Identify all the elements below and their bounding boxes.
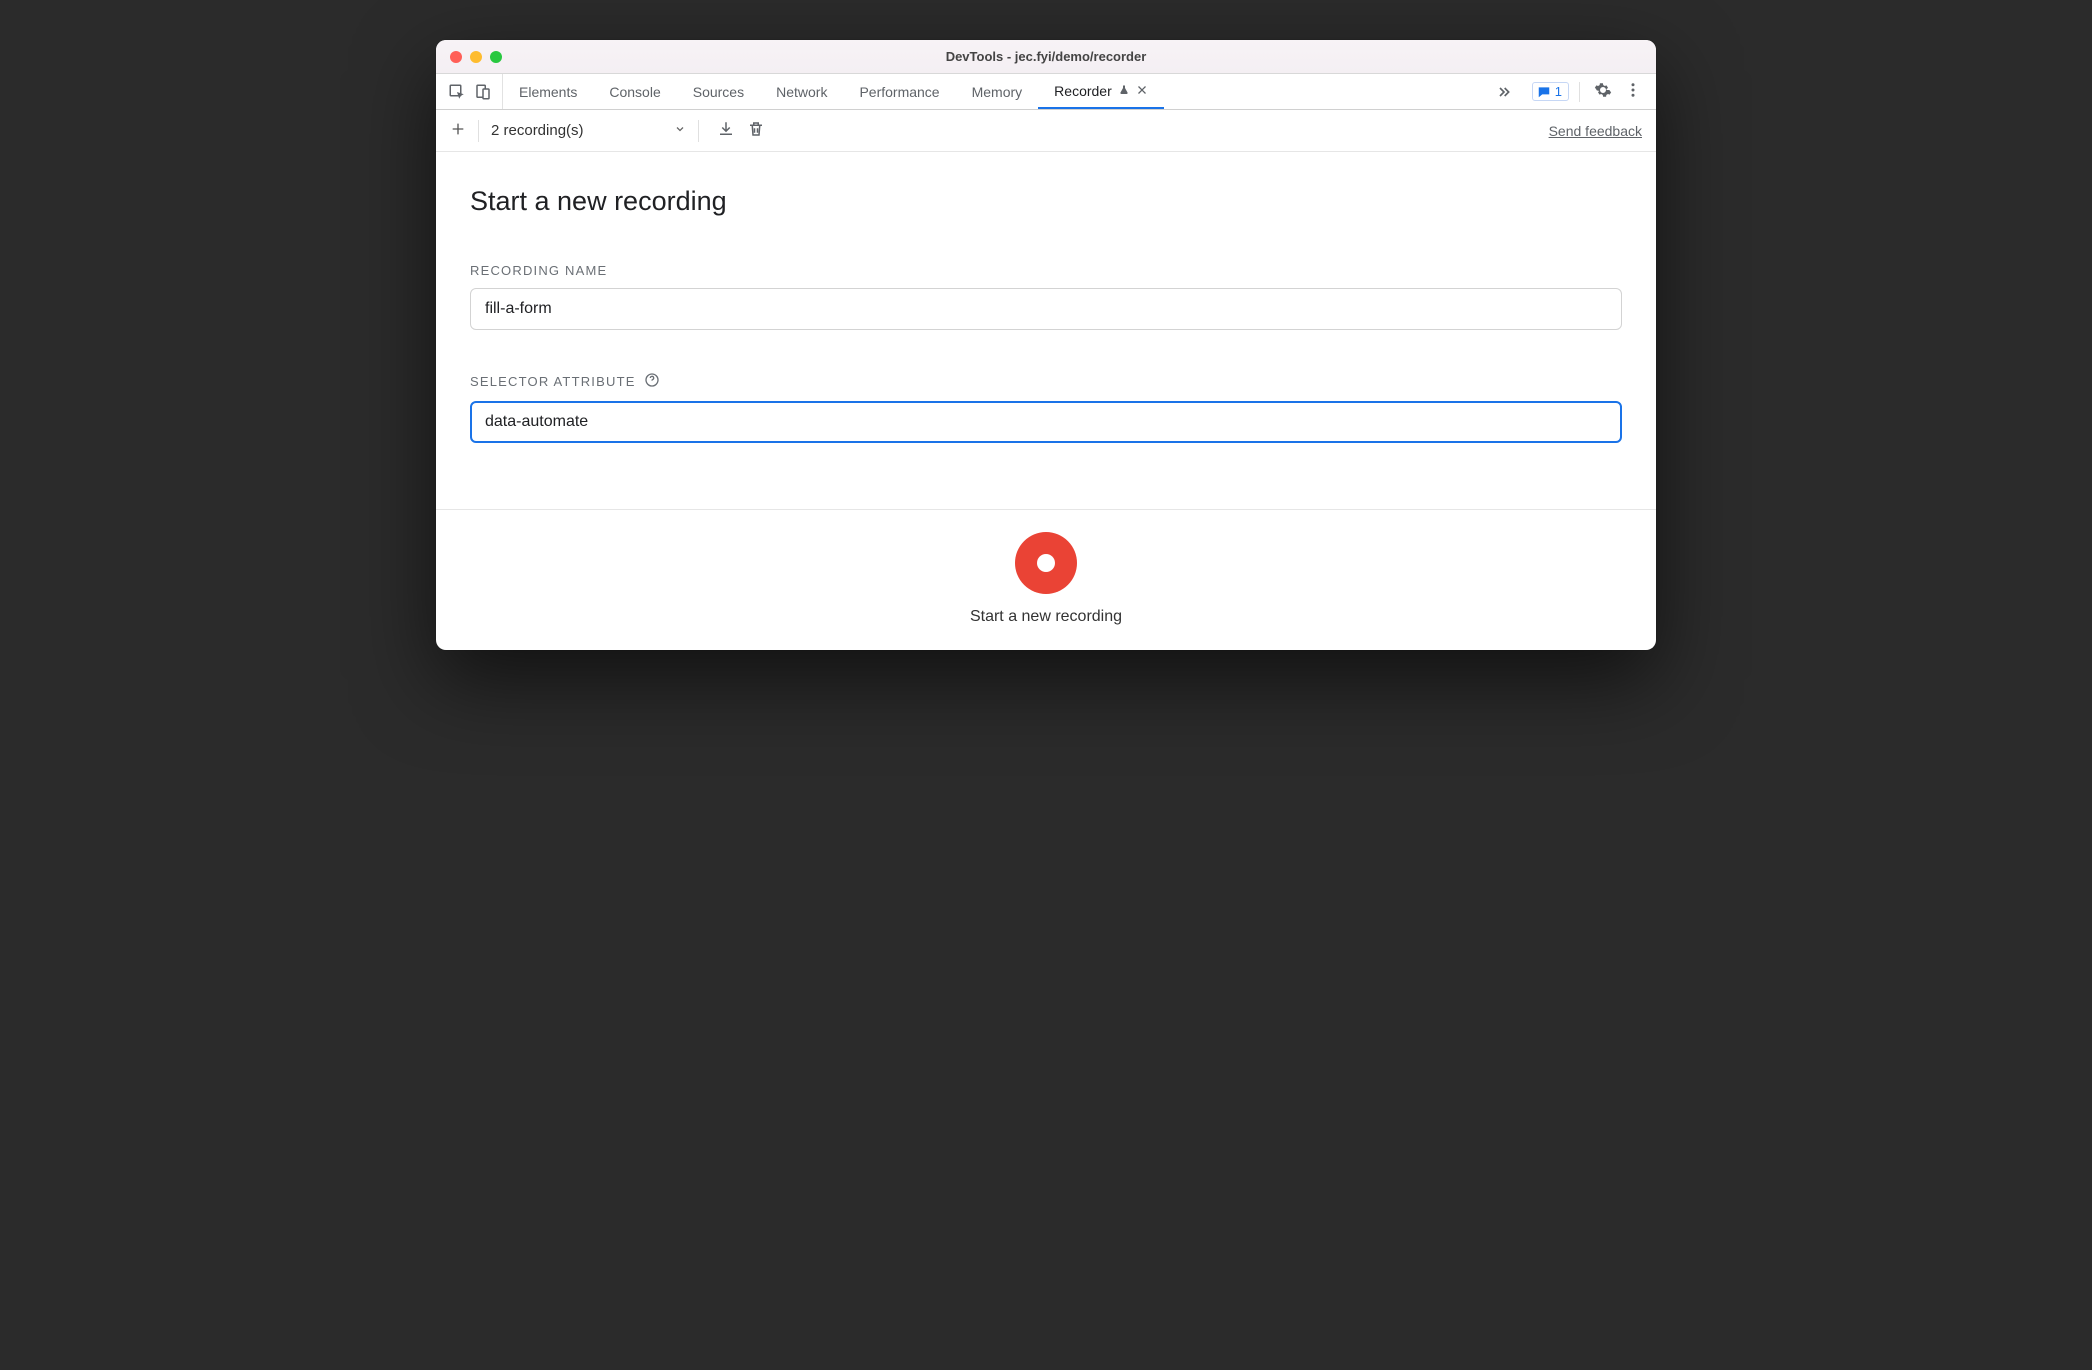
panel-tabs: Elements Console Sources Network Perform… — [503, 74, 1486, 109]
tab-network[interactable]: Network — [760, 74, 843, 109]
record-icon — [1037, 554, 1055, 572]
selector-attribute-label: Selector Attribute — [470, 372, 1622, 391]
recording-name-label: Recording Name — [470, 263, 1622, 278]
panel-tabstrip: Elements Console Sources Network Perform… — [436, 74, 1656, 110]
issues-button[interactable]: 1 — [1532, 82, 1569, 101]
delete-icon[interactable] — [741, 120, 771, 142]
selector-attribute-field: Selector Attribute — [470, 372, 1622, 443]
tabstrip-left-tools — [436, 74, 503, 109]
tab-memory[interactable]: Memory — [956, 74, 1039, 109]
tab-sources[interactable]: Sources — [677, 74, 760, 109]
help-icon[interactable] — [644, 372, 660, 391]
inspect-element-icon[interactable] — [448, 83, 466, 101]
chevron-down-icon — [674, 122, 686, 139]
tab-performance[interactable]: Performance — [843, 74, 955, 109]
tabstrip-right-tools: 1 — [1522, 74, 1656, 109]
tab-label: Performance — [859, 84, 939, 100]
start-recording-label: Start a new recording — [970, 608, 1122, 626]
new-recording-icon[interactable] — [450, 121, 466, 141]
separator — [478, 120, 479, 142]
tab-recorder[interactable]: Recorder — [1038, 74, 1164, 109]
recorder-toolbar: 2 recording(s) Send feedback — [436, 110, 1656, 152]
export-icon[interactable] — [711, 120, 741, 142]
traffic-lights — [436, 51, 502, 63]
separator — [698, 120, 699, 142]
kebab-menu-icon[interactable] — [1620, 81, 1646, 102]
tab-label: Sources — [693, 84, 744, 100]
recorder-create-panel: Start a new recording Recording Name Sel… — [436, 152, 1656, 509]
tab-label: Memory — [972, 84, 1023, 100]
recorder-footer: Start a new recording — [436, 509, 1656, 650]
tab-label: Console — [609, 84, 660, 100]
start-recording-button[interactable] — [1015, 532, 1077, 594]
experiment-icon — [1118, 83, 1130, 99]
page-heading: Start a new recording — [470, 186, 1622, 217]
window-minimize-button[interactable] — [470, 51, 482, 63]
recordings-count-label: 2 recording(s) — [491, 122, 584, 139]
recording-name-field: Recording Name — [470, 263, 1622, 330]
more-tabs-button[interactable] — [1486, 74, 1522, 109]
window-zoom-button[interactable] — [490, 51, 502, 63]
device-toolbar-icon[interactable] — [474, 83, 492, 101]
selector-attribute-input[interactable] — [470, 401, 1622, 443]
tab-label: Elements — [519, 84, 577, 100]
selector-attribute-label-text: Selector Attribute — [470, 374, 636, 389]
recording-name-input[interactable] — [470, 288, 1622, 330]
window-title: DevTools - jec.fyi/demo/recorder — [436, 49, 1656, 64]
devtools-window: DevTools - jec.fyi/demo/recorder Element… — [436, 40, 1656, 650]
tab-elements[interactable]: Elements — [503, 74, 593, 109]
issues-count: 1 — [1555, 84, 1562, 99]
close-icon[interactable] — [1136, 83, 1148, 99]
separator — [1579, 82, 1580, 102]
send-feedback-link[interactable]: Send feedback — [1549, 123, 1642, 139]
window-close-button[interactable] — [450, 51, 462, 63]
tab-console[interactable]: Console — [593, 74, 676, 109]
tab-label: Recorder — [1054, 83, 1112, 99]
settings-icon[interactable] — [1590, 81, 1616, 102]
titlebar: DevTools - jec.fyi/demo/recorder — [436, 40, 1656, 74]
recordings-dropdown[interactable]: 2 recording(s) — [491, 122, 686, 139]
tab-label: Network — [776, 84, 827, 100]
